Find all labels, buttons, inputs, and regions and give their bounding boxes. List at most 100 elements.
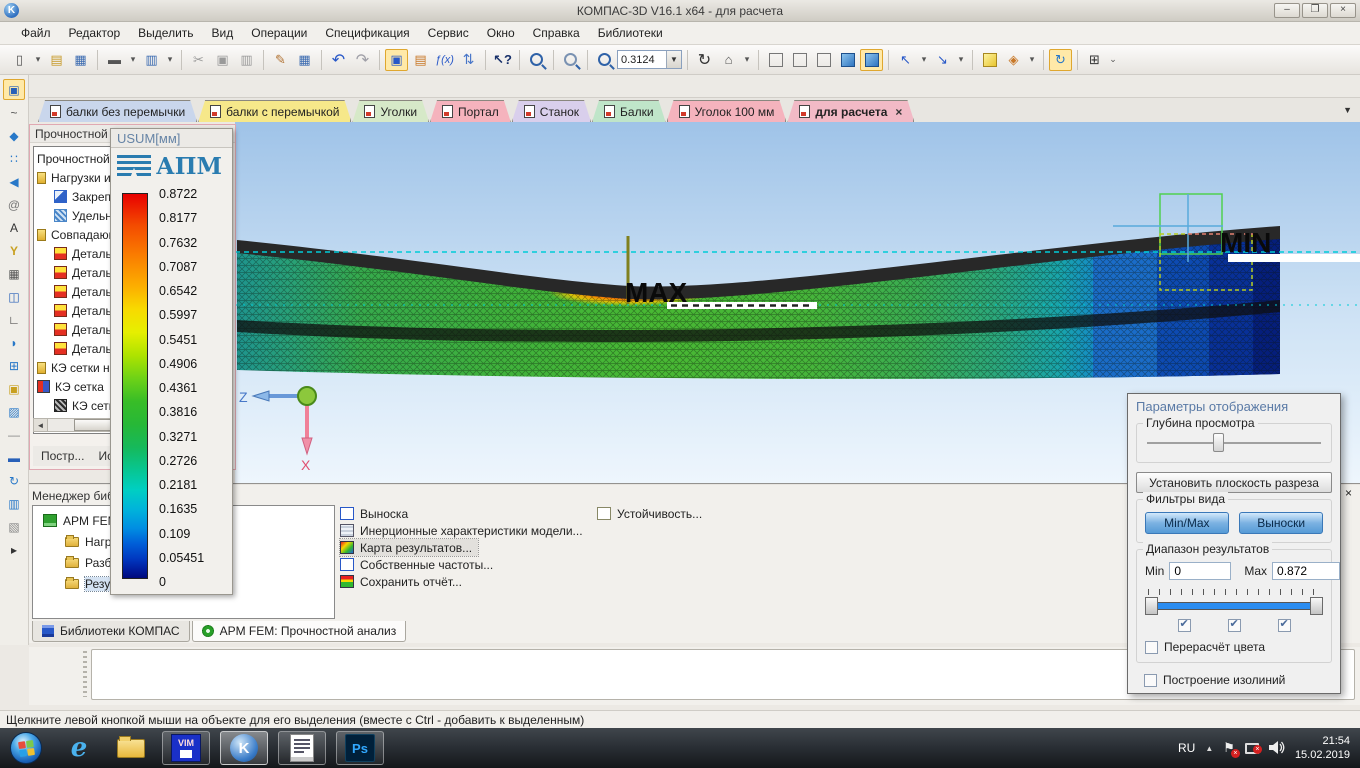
document-tab[interactable]: Портал × (430, 100, 511, 122)
toolbar-overflow-icon[interactable]: ⌄ (1107, 49, 1119, 71)
snap-filter-dropdown-icon[interactable]: ▾ (955, 49, 967, 71)
copy-properties-icon[interactable]: ✎ (269, 49, 292, 71)
property-bar-handle[interactable] (83, 651, 87, 697)
rail-cube-icon[interactable]: ▬ (3, 447, 25, 468)
menu-item[interactable]: Спецификация (316, 23, 418, 43)
menu-item[interactable]: Окно (478, 23, 524, 43)
tab-build[interactable]: Постр... (41, 449, 84, 463)
wireframe-view-icon[interactable] (764, 49, 787, 71)
close-button[interactable]: × (1330, 3, 1356, 18)
shaded-view-icon[interactable] (836, 49, 859, 71)
document-tab-label[interactable]: Уголок 100 мм (695, 105, 775, 119)
document-tab[interactable]: балки с перемычкой × (198, 100, 351, 122)
view-depth-slider-handle[interactable] (1213, 433, 1225, 452)
rail-table-icon[interactable]: ▦ (3, 263, 25, 284)
scroll-left-icon[interactable]: ◄ (34, 419, 48, 431)
numbering-icon[interactable]: ⇅ (457, 49, 480, 71)
isolines-checkbox-label[interactable]: Построение изолиний (1163, 673, 1285, 687)
document-tab-label[interactable]: Уголки (380, 105, 417, 119)
help-cursor-icon[interactable]: ↖? (491, 49, 514, 71)
sketch-plane-icon[interactable]: ◈ (1002, 49, 1025, 71)
fem-menu-item[interactable]: Инерционные характеристики модели... (340, 522, 589, 539)
orientation-dropdown-icon[interactable]: ▾ (741, 49, 753, 71)
document-tab[interactable]: балки без перемычки × (38, 100, 197, 122)
rail-spline-icon[interactable]: ~ (3, 102, 25, 123)
print-preview-icon[interactable]: ▥ (140, 49, 163, 71)
menu-item[interactable]: Вид (203, 23, 243, 43)
rail-collections-icon[interactable]: ▨ (3, 401, 25, 422)
document-tab-label[interactable]: балки без перемычки (66, 105, 185, 119)
taskbar-clock[interactable]: 21:54 15.02.2019 (1295, 734, 1350, 762)
sketch-dropdown-icon[interactable]: ▾ (1026, 49, 1038, 71)
properties-table-icon[interactable]: ▦ (293, 49, 316, 71)
orientation-icon[interactable]: ⌂ (717, 49, 740, 71)
fem-menu-item[interactable]: Собственные частоты... (340, 556, 499, 573)
fx-icon[interactable]: ƒ(x) (433, 49, 456, 71)
isolines-checkbox[interactable] (1144, 673, 1157, 687)
tab-kompas-libraries-label[interactable]: Библиотеки КОМПАС (60, 624, 180, 638)
taskbar-kompas-button[interactable]: K (220, 731, 268, 765)
close-tab-icon[interactable]: × (895, 105, 902, 119)
hidden-lines-view-icon[interactable] (788, 49, 811, 71)
minmax-filter-button[interactable]: Min/Max (1145, 512, 1229, 534)
fem-menu-item[interactable]: Карта результатов... (338, 538, 480, 557)
minimize-button[interactable]: – (1274, 3, 1300, 18)
tree-item-label[interactable]: Совпадающ (51, 228, 118, 242)
variables-icon[interactable]: ▤ (409, 49, 432, 71)
volume-icon[interactable] (1268, 741, 1285, 755)
menu-item[interactable]: Файл (12, 23, 60, 43)
menu-item[interactable]: Редактор (60, 23, 130, 43)
fem-menu-item-label[interactable]: Сохранить отчёт... (360, 575, 462, 589)
tab-kompas-libraries[interactable]: Библиотеки КОМПАС (32, 621, 190, 642)
min-value-input[interactable] (1169, 562, 1232, 580)
document-tab-label[interactable]: Балки (620, 105, 654, 119)
action-center-flag-icon[interactable]: ⚑ × (1223, 740, 1240, 758)
save-icon[interactable]: ▦ (69, 49, 92, 71)
tree-item-label[interactable]: Прочностной А (37, 152, 121, 166)
print-dropdown-icon[interactable]: ▾ (127, 49, 139, 71)
open-icon[interactable]: ▤ (45, 49, 68, 71)
preview-dropdown-icon[interactable]: ▾ (164, 49, 176, 71)
scale-value[interactable]: 0.3124 (618, 54, 666, 66)
menu-item[interactable]: Справка (524, 23, 589, 43)
document-tab[interactable]: Уголок 100 мм × (667, 100, 787, 122)
scale-dropdown-icon[interactable]: ▼ (666, 51, 681, 68)
menu-item[interactable]: Библиотеки (589, 23, 672, 43)
measure-icon[interactable]: ⊞ (1083, 49, 1106, 71)
rail-macro-icon[interactable]: ▧ (3, 516, 25, 537)
fem-menu-item-label[interactable]: Инерционные характеристики модели... (360, 524, 583, 538)
copy-icon[interactable]: ▣ (211, 49, 234, 71)
fem-menu-item-label[interactable]: Устойчивость... (617, 507, 702, 521)
fem-menu-item[interactable]: Устойчивость... (597, 505, 708, 522)
rail-frame-icon[interactable]: ◫ (3, 286, 25, 307)
taskbar-vim-button[interactable]: VIM (162, 731, 210, 765)
tab-list-dropdown-icon[interactable]: ▼ (1343, 105, 1352, 115)
taskbar-explorer-icon[interactable] (114, 732, 148, 764)
fem-menu-item-label[interactable]: Карта результатов... (360, 541, 472, 555)
rail-edit-part-icon[interactable]: ▣ (3, 79, 25, 100)
rail-clip-icon[interactable]: @ (3, 194, 25, 215)
triad-origin[interactable] (297, 386, 317, 406)
tab-apm-fem[interactable]: APM FEM: Прочностной анализ (191, 621, 407, 642)
zoom-area-icon[interactable] (525, 49, 548, 71)
rail-new-local-icon[interactable]: ⊞ (3, 355, 25, 376)
rotate-icon[interactable]: ↻ (693, 49, 716, 71)
rail-points-icon[interactable]: ∷ (3, 148, 25, 169)
tree-item-label[interactable]: КЭ сетка (55, 380, 104, 394)
select-filter-icon[interactable]: ↖ (894, 49, 917, 71)
sketch-icon[interactable] (978, 49, 1001, 71)
document-tab-label[interactable]: Станок (540, 105, 579, 119)
range-slider[interactable] (1145, 596, 1323, 616)
new-document-icon[interactable]: ▯ (8, 49, 31, 71)
start-button[interactable] (10, 732, 42, 764)
print-icon[interactable]: ▬ (103, 49, 126, 71)
library-folder-label[interactable]: Нагр (85, 535, 111, 549)
range-checkbox-3[interactable] (1277, 617, 1291, 632)
zoom-pointer-icon[interactable] (559, 49, 582, 71)
rail-insert-icon[interactable]: ▣ (3, 378, 25, 399)
cut-icon[interactable]: ✂ (187, 49, 210, 71)
fem-menu-item-label[interactable]: Собственные частоты... (360, 558, 493, 572)
rail-filter-icon[interactable]: Y (3, 240, 25, 261)
document-tab[interactable]: Уголки × (352, 100, 429, 122)
panel-close-icon[interactable]: × (1341, 487, 1356, 501)
